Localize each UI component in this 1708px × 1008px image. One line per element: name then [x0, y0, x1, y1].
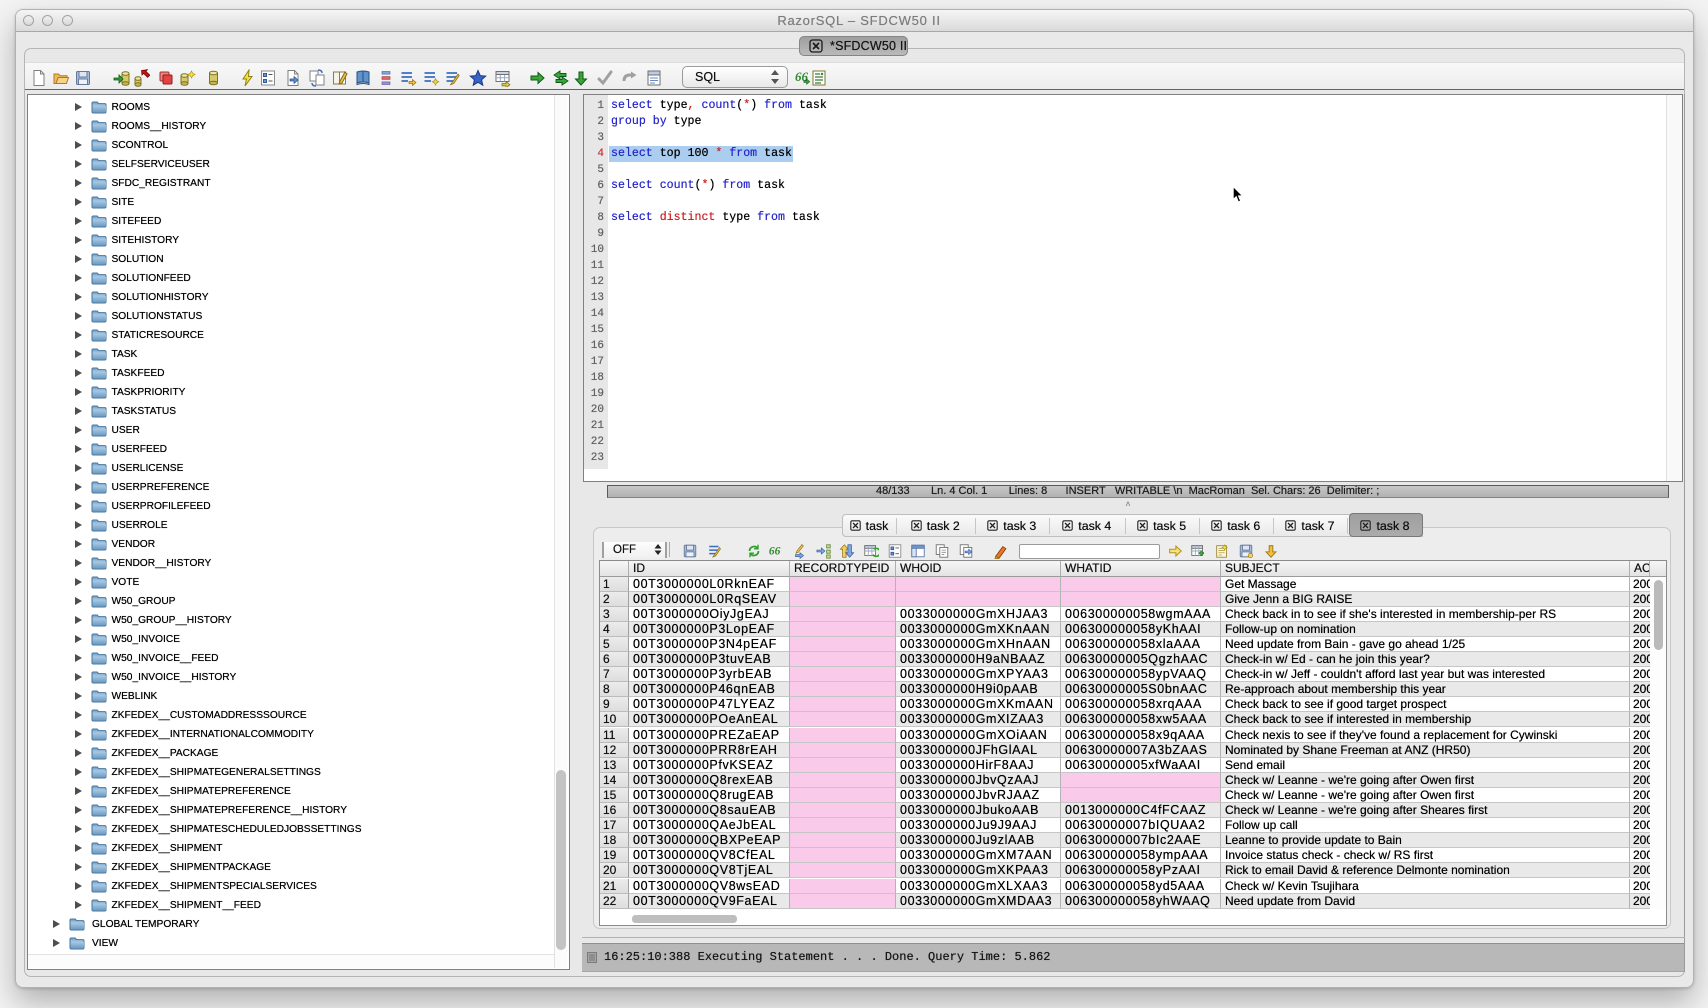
svg-text:66: 66	[769, 545, 781, 557]
